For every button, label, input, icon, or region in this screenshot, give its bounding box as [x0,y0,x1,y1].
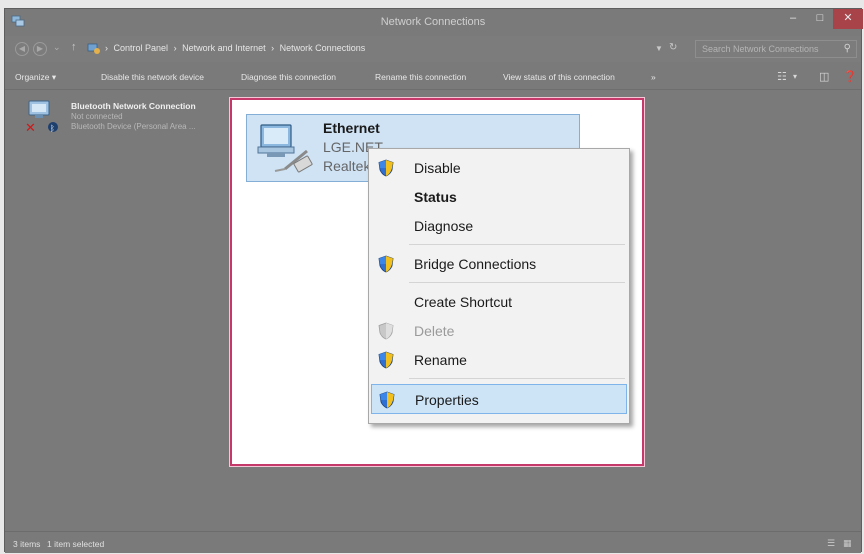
breadcrumb-separator: › [173,43,177,53]
menu-item-label: Create Shortcut [414,294,513,310]
bluetooth-network-icon: ✕ ᛒ [25,100,58,136]
preview-pane-icon[interactable]: ◫ [819,70,829,83]
breadcrumb-control-panel[interactable]: Control Panel [114,43,169,53]
uac-shield-icon [379,391,395,409]
menu-item-label: Bridge Connections [414,256,537,272]
ethernet-connection-name: Ethernet [323,120,380,136]
selection-count: 1 item selected [47,539,105,549]
status-bar: 3 items 1 item selected ☰ ▦ [5,531,861,553]
back-button[interactable]: ◀ [15,42,29,56]
view-status-button[interactable]: View status of this connection [503,72,615,82]
breadcrumb-separator: › [105,43,108,53]
more-commands-button[interactable]: » [651,72,656,82]
search-icon[interactable]: ⚲ [844,43,851,54]
bluetooth-connection-name: Bluetooth Network Connection [71,101,196,111]
address-dropdown-chevron-icon[interactable]: ▼ [655,44,663,53]
menu-item-delete: Delete [371,316,627,346]
breadcrumb-network-connections[interactable]: Network Connections [280,43,366,53]
up-arrow-icon[interactable]: ↑ [71,41,77,53]
menu-item-diagnose[interactable]: Diagnose [371,211,627,241]
bluetooth-connection-item[interactable]: ✕ ᛒ Bluetooth Network Connection Not con… [23,99,233,139]
search-box[interactable]: ⚲ [695,40,857,58]
title-bar[interactable]: Network Connections – □ ✕ [5,9,863,36]
items-count: 3 items [13,539,41,549]
address-bar: ◀ ▶ ⌄ ↑ › Control Panel › Network and In… [5,36,861,62]
view-options-chevron-icon[interactable]: ▾ [793,72,797,81]
menu-item-label: Properties [415,392,479,408]
menu-item-create-shortcut[interactable]: Create Shortcut [371,287,627,317]
menu-separator [409,282,625,283]
back-arrow-icon: ◀ [18,44,26,53]
bluetooth-connection-status: Not connected [71,112,123,121]
forward-button[interactable]: ▶ [33,42,47,56]
menu-item-label: Diagnose [414,218,474,234]
uac-shield-icon [378,351,394,369]
minimize-button[interactable]: – [779,9,807,29]
command-bar: Organize ▾ Disable this network device D… [5,62,861,90]
uac-shield-icon [378,255,394,273]
control-panel-icon [87,43,100,54]
help-icon[interactable]: ❓ [843,70,857,83]
diagnose-connection-button[interactable]: Diagnose this connection [241,72,336,82]
rename-connection-button[interactable]: Rename this connection [375,72,466,82]
menu-item-label: Delete [414,323,455,339]
recent-locations-chevron-icon[interactable]: ⌄ [53,42,61,53]
menu-item-label: Rename [414,352,467,368]
breadcrumb[interactable]: › Control Panel › Network and Internet ›… [87,40,677,58]
menu-separator [409,244,625,245]
search-input[interactable] [702,43,832,55]
disable-device-button[interactable]: Disable this network device [101,72,204,82]
refresh-icon[interactable]: ↻ [669,42,677,53]
uac-shield-icon [378,159,394,177]
organize-button[interactable]: Organize ▾ [15,72,56,83]
details-view-icon[interactable]: ☰ [827,538,835,549]
close-button[interactable]: ✕ [833,9,863,29]
menu-separator [409,378,625,379]
menu-item-disable[interactable]: Disable [371,153,627,183]
breadcrumb-separator: › [271,43,275,53]
menu-item-bridge-connections[interactable]: Bridge Connections [371,249,627,279]
menu-item-label: Disable [414,160,461,176]
menu-item-label: Status [414,189,457,205]
highlight-frame: Ethernet LGE.NET Realtek PCIe Disable St… [229,97,645,467]
uac-shield-icon [378,322,394,340]
menu-item-rename[interactable]: Rename [371,345,627,375]
context-menu: Disable Status Diagnose Bridge Connectio… [368,148,630,424]
large-icons-view-icon[interactable]: ▦ [843,538,852,549]
ethernet-adapter-name: Realtek PCIe [323,158,369,174]
forward-arrow-icon: ▶ [36,44,44,53]
bluetooth-device-name: Bluetooth Device (Personal Area ... [71,122,196,131]
svg-text:ᛒ: ᛒ [50,124,55,133]
breadcrumb-network-and-internet[interactable]: Network and Internet [182,43,266,53]
svg-text:✕: ✕ [25,121,36,136]
maximize-button[interactable]: □ [807,9,833,29]
ethernet-network-icon [257,124,313,173]
change-view-icon[interactable]: ☷ [777,70,787,83]
menu-item-properties[interactable]: Properties [371,384,627,414]
menu-item-status[interactable]: Status [371,182,627,212]
window-title: Network Connections [380,16,486,28]
